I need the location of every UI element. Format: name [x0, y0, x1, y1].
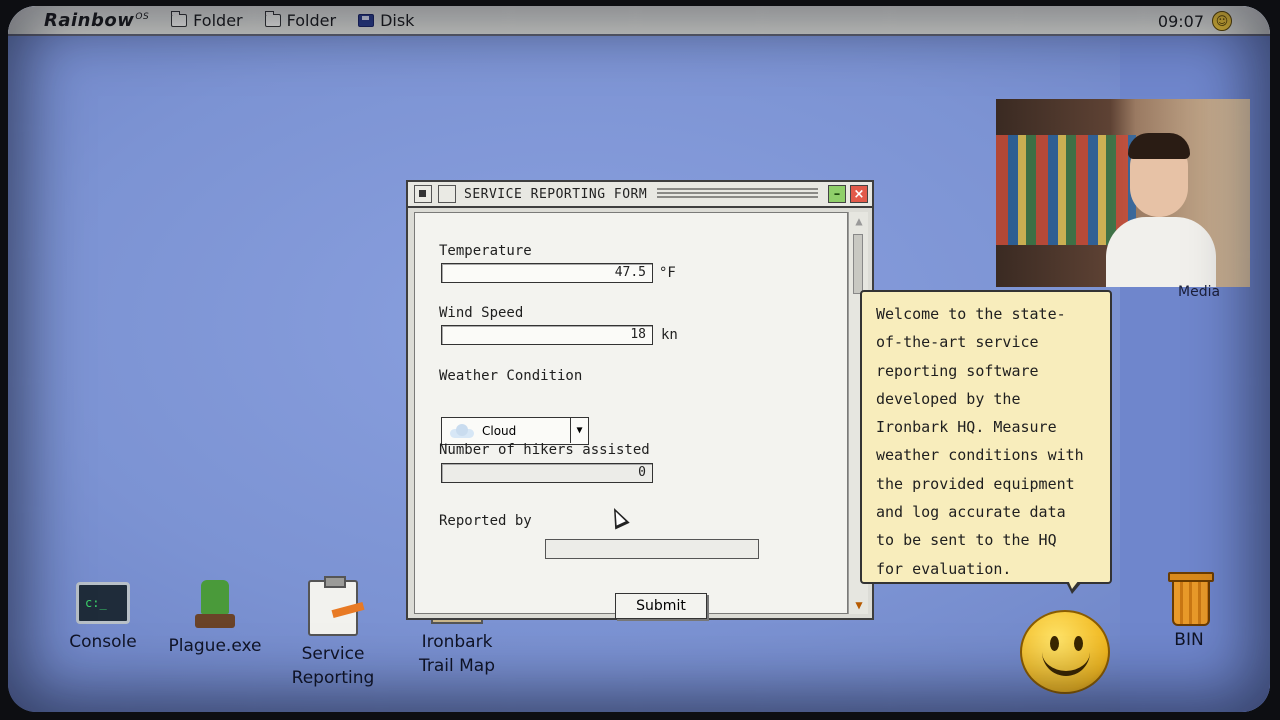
wind-speed-input[interactable]: 18 [441, 325, 653, 345]
menu-clock: 09:07 ☺ [1158, 6, 1232, 36]
desktop: RainbowOS Folder Folder Disk 09:07 ☺ Con… [8, 6, 1270, 712]
wind-speed-label: Wind Speed [439, 305, 524, 321]
title-stripes [657, 188, 818, 200]
reported-by-label: Reported by [439, 513, 532, 529]
menu-folder-2-label: Folder [286, 10, 337, 30]
menu-disk-label: Disk [380, 10, 415, 30]
form-content: Temperature 47.5 °F Wind Speed 18 kn Wea… [414, 212, 848, 619]
desktop-icon-label: Service [301, 644, 365, 664]
console-icon [76, 582, 130, 624]
weather-condition-value: Cloud [482, 424, 517, 438]
window-close-box[interactable] [414, 185, 432, 203]
smiley-eye [1050, 636, 1059, 651]
hikers-input[interactable]: 0 [441, 463, 653, 483]
tooltip-line: of-the-art service [876, 333, 1039, 352]
desktop-icon-label: BIN [1174, 630, 1204, 650]
weather-condition-select[interactable]: Cloud ▼ [441, 417, 589, 445]
desktop-icon-label: Ironbark [421, 632, 493, 652]
trash-bin-icon [1168, 568, 1214, 626]
smiley-eye [1074, 636, 1083, 651]
scroll-thumb[interactable] [853, 234, 863, 294]
desktop-icon-label: Console [69, 632, 137, 652]
minimize-button[interactable]: – [828, 185, 846, 203]
menu-bar: RainbowOS Folder Folder Disk 09:07 ☺ [8, 6, 1270, 36]
chevron-down-icon[interactable]: ▼ [570, 418, 588, 443]
service-reporting-window: SERVICE REPORTING FORM – × Temperature 4… [406, 180, 874, 620]
temperature-label: Temperature [439, 243, 532, 259]
smiley-mouth [1042, 652, 1090, 676]
webcam-overlay [996, 99, 1250, 287]
person-hair [1128, 133, 1190, 159]
window-title: SERVICE REPORTING FORM [464, 186, 648, 202]
submit-button[interactable]: Submit [615, 593, 707, 619]
window-titlebar[interactable]: SERVICE REPORTING FORM – × [408, 182, 872, 208]
tooltip-line: reporting software [876, 361, 1039, 380]
menu-disk[interactable]: Disk [358, 6, 414, 35]
desktop-icon-plague[interactable]: Plague.exe [160, 580, 270, 658]
tooltip-line: to be sent to the HQ [876, 531, 1057, 550]
temperature-unit: °F [659, 265, 676, 281]
clipboard-icon [308, 576, 358, 636]
desktop-icon-console[interactable]: Console [58, 582, 148, 654]
webcam-person [1106, 133, 1216, 287]
tooltip-line: and log accurate data [876, 503, 1066, 522]
temperature-input[interactable]: 47.5 [441, 263, 653, 283]
tooltip-line: Ironbark HQ. Measure [876, 418, 1057, 437]
scroll-up-arrow-icon[interactable]: ▲ [851, 214, 867, 228]
plant-icon [195, 580, 235, 628]
desktop-icon-label-2: Trail Map [418, 656, 496, 676]
wind-speed-unit: kn [661, 327, 678, 343]
assistant-smiley-icon[interactable] [1020, 610, 1110, 694]
desktop-icon-trail-map[interactable]: Ironbark Trail Map [402, 610, 512, 678]
cloud-icon [448, 424, 476, 438]
tooltip-line: the provided equipment [876, 474, 1075, 493]
weather-condition-label: Weather Condition [439, 368, 583, 384]
disk-icon [358, 13, 375, 27]
desktop-icon-service-reporting[interactable]: Service Reporting [278, 576, 388, 690]
tooltip-line: for evaluation. [876, 559, 1012, 578]
reported-by-input[interactable] [545, 539, 759, 559]
desktop-icon-media-label[interactable]: Media [1178, 284, 1220, 300]
desktop-icon-bin[interactable]: BIN [1154, 568, 1224, 652]
smiley-icon[interactable]: ☺ [1212, 11, 1232, 31]
os-logo[interactable]: RainbowOS [44, 10, 149, 31]
folder-icon [264, 10, 281, 27]
person-body [1106, 217, 1216, 287]
tooltip-tail [1066, 580, 1082, 594]
tooltip-line: weather conditions with [876, 446, 1084, 465]
help-tooltip: Welcome to the state- of-the-art service… [860, 290, 1112, 584]
scroll-down-arrow-icon[interactable]: ▼ [851, 598, 867, 612]
desktop-icon-label: Plague.exe [168, 636, 262, 656]
menu-folder-1[interactable]: Folder [171, 6, 243, 35]
clock-time: 09:07 [1157, 11, 1204, 31]
tooltip-line: developed by the [876, 389, 1021, 408]
hikers-label: Number of hikers assisted [439, 442, 650, 458]
menu-folder-1-label: Folder [193, 10, 243, 30]
tooltip-line: Welcome to the state- [876, 305, 1066, 323]
menu-folder-2[interactable]: Folder [264, 6, 337, 35]
desktop-icon-label-2: Reporting [291, 668, 375, 688]
close-button[interactable]: × [850, 185, 868, 203]
window-zoom-box[interactable] [438, 185, 456, 203]
folder-icon [171, 10, 188, 27]
